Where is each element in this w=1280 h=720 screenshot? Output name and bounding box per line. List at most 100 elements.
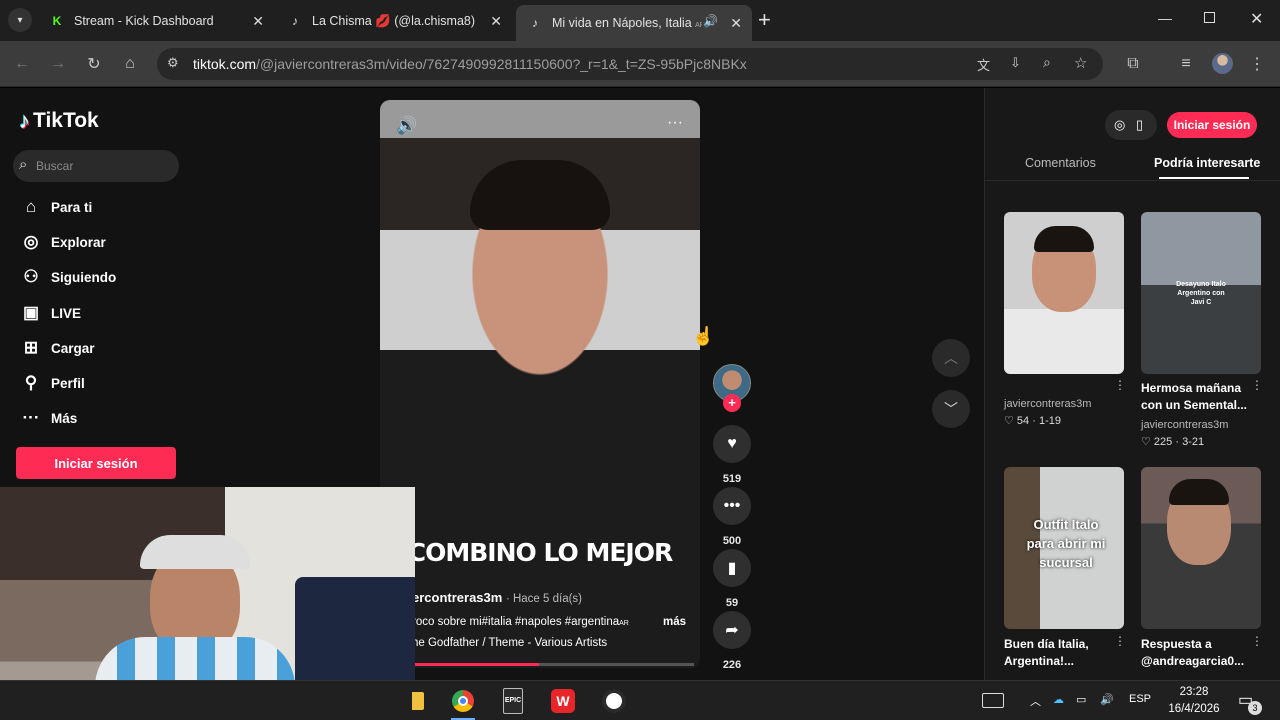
tab-kick-dashboard[interactable]: K Stream - Kick Dashboard ✕: [38, 6, 274, 36]
back-icon[interactable]: ←: [11, 53, 33, 75]
volume-icon[interactable]: 🔊: [1100, 693, 1114, 706]
suggested-video-thumbnail[interactable]: Outfit Italo para abrir mi sucursal: [1004, 467, 1124, 629]
onedrive-icon[interactable]: ☁: [1053, 693, 1064, 706]
wps-icon[interactable]: W: [551, 689, 575, 713]
profile-avatar[interactable]: [1212, 53, 1233, 74]
epic-games-icon[interactable]: EPIC: [503, 688, 523, 714]
address-bar[interactable]: ⚙ tiktok.com/@javiercontreras3m/video/76…: [157, 48, 1103, 80]
forward-icon[interactable]: →: [47, 53, 69, 75]
obs-icon[interactable]: [602, 689, 626, 713]
sidebar-login-button[interactable]: Iniciar sesión: [16, 447, 176, 479]
restore-icon[interactable]: [1204, 12, 1215, 23]
comment-icon: •••: [713, 487, 751, 525]
tab-title: Stream - Kick Dashboard: [74, 14, 214, 28]
tab-mi-vida-en-napoles[interactable]: ♪ Mi vida en Nápoles, Italia AR 🔊 ✕: [516, 5, 752, 41]
nav-label: LIVE: [51, 305, 82, 321]
compass-icon[interactable]: ◎: [1114, 117, 1125, 133]
comment-button[interactable]: ••• 500: [712, 487, 752, 547]
nav-para-ti[interactable]: ⌂ Para ti: [20, 194, 92, 220]
video-progress-bar[interactable]: [412, 663, 694, 666]
creator-avatar[interactable]: +: [712, 364, 752, 412]
nav-explorar[interactable]: ◎ Explorar: [20, 229, 106, 255]
url-text[interactable]: tiktok.com/@javiercontreras3m/video/7627…: [193, 56, 747, 72]
zoom-icon[interactable]: ⌕: [1043, 54, 1051, 71]
network-icon[interactable]: ▭: [1076, 693, 1086, 706]
extensions-icon[interactable]: ⧉: [1122, 53, 1144, 75]
minimize-icon[interactable]: —: [1158, 10, 1172, 26]
tab-comentarios[interactable]: Comentarios: [1025, 156, 1096, 170]
language-indicator[interactable]: ESP: [1129, 693, 1151, 705]
tab-la-chisma[interactable]: ♪ La Chisma 💋 (@la.chisma8) | T ✕: [276, 6, 512, 36]
tiktok-logo[interactable]: ♪ TikTok: [19, 108, 99, 134]
video-title[interactable]: Buen día Italia, Argentina!...: [1004, 636, 1116, 670]
clock[interactable]: 23:28 16/4/2026: [1163, 684, 1225, 718]
home-icon[interactable]: ⌂: [119, 53, 141, 75]
bookmark-star-icon[interactable]: ☆: [1074, 54, 1087, 72]
video-time: · Hace 5 día(s): [505, 593, 583, 605]
video-author[interactable]: javiercontreras3m: [1004, 398, 1091, 410]
volume-icon[interactable]: 🔊: [396, 116, 417, 136]
thumb-overlay-text: Desayuno Italo Argentino con Javi C: [1176, 281, 1226, 306]
chevron-up-icon[interactable]: ︿: [1030, 693, 1041, 709]
new-tab-button[interactable]: +: [758, 7, 771, 33]
clock-date: 16/4/2026: [1168, 703, 1220, 715]
video-player[interactable]: 🔊 ··· COMBINO LO MEJOR ercontreras3m · H…: [380, 100, 700, 668]
hand-cursor-icon: ☝: [692, 326, 715, 346]
menu-icon[interactable]: ⋮: [1246, 53, 1268, 75]
video-music[interactable]: he Godfather / Theme - Various Artists: [412, 637, 700, 649]
nav-siguiendo[interactable]: ⚇ Siguiendo: [20, 264, 116, 290]
video-hair: [470, 160, 610, 230]
nav-label: Siguiendo: [51, 269, 117, 285]
video-options-icon[interactable]: ⋮: [1251, 634, 1263, 648]
video-date: 3-21: [1182, 436, 1205, 448]
video-title[interactable]: Hermosa mañana con un Semental...: [1141, 380, 1253, 414]
install-icon[interactable]: ⇩: [1010, 55, 1021, 71]
suggested-video-thumbnail[interactable]: [1004, 212, 1124, 374]
tabs-divider: [985, 180, 1280, 181]
close-icon[interactable]: ✕: [252, 13, 264, 30]
reload-icon[interactable]: ↻: [83, 53, 105, 75]
nav-perfil[interactable]: ⚲ Perfil: [20, 370, 85, 396]
close-window-icon[interactable]: ✕: [1250, 9, 1263, 29]
previous-video-button[interactable]: ︿: [932, 339, 970, 377]
header-login-button[interactable]: Iniciar sesión: [1167, 112, 1257, 138]
tab-podria-interesarte[interactable]: Podría interesarte: [1154, 156, 1260, 170]
translate-icon[interactable]: 文: [977, 55, 990, 74]
follow-plus-icon[interactable]: +: [723, 394, 741, 412]
close-icon[interactable]: ✕: [730, 15, 742, 32]
save-button[interactable]: ▮ 59: [712, 549, 752, 609]
icon-pill: [1105, 110, 1157, 140]
tiktok-icon: ♪: [292, 14, 298, 28]
video-author[interactable]: ercontreras3m: [412, 590, 502, 605]
nav-live[interactable]: ▣ LIVE: [20, 300, 81, 326]
site-info-icon[interactable]: ⚙: [167, 55, 179, 71]
video-title[interactable]: Respuesta a @andreagarcia0...: [1141, 636, 1261, 670]
task-view-icon[interactable]: [982, 693, 1004, 708]
browser-toolbar: ← → ↻ ⌂ ⚙ tiktok.com/@javiercontreras3m/…: [0, 41, 1280, 87]
video-author[interactable]: javiercontreras3m: [1141, 419, 1228, 431]
thumb-overlay-text: Outfit Italo para abrir mi sucursal: [1026, 517, 1106, 570]
video-options-icon[interactable]: ⋮: [1114, 378, 1126, 392]
nav-mas[interactable]: ··· Más: [20, 405, 78, 431]
nav-cargar[interactable]: ⊞ Cargar: [20, 335, 95, 361]
more-link[interactable]: más: [663, 616, 686, 628]
next-video-button[interactable]: ﹀: [932, 390, 970, 428]
speaker-icon[interactable]: 🔊: [703, 14, 718, 28]
video-options-icon[interactable]: ⋮: [1114, 634, 1126, 648]
suggested-video-thumbnail[interactable]: Desayuno Italo Argentino con Javi C: [1141, 212, 1261, 374]
folder-icon[interactable]: [412, 692, 424, 710]
video-options-icon[interactable]: ⋮: [1251, 378, 1263, 392]
close-icon[interactable]: ✕: [490, 13, 502, 30]
video-options-icon[interactable]: ···: [667, 114, 683, 132]
chrome-icon[interactable]: [452, 690, 474, 712]
video-stats: ♡ 54 · 1-19: [1004, 415, 1061, 427]
nav-label: Explorar: [51, 234, 106, 250]
active-tab-underline: [1159, 177, 1249, 179]
suggested-video-thumbnail[interactable]: [1141, 467, 1261, 629]
share-button[interactable]: ➦ 226: [712, 611, 752, 671]
like-button[interactable]: ♥ 519: [712, 425, 752, 485]
media-control-icon[interactable]: ≡: [1175, 53, 1197, 75]
search-input[interactable]: ⌕ Buscar: [13, 150, 179, 182]
phone-icon[interactable]: ▯: [1136, 117, 1143, 133]
tab-search-button[interactable]: ▾: [8, 8, 32, 32]
